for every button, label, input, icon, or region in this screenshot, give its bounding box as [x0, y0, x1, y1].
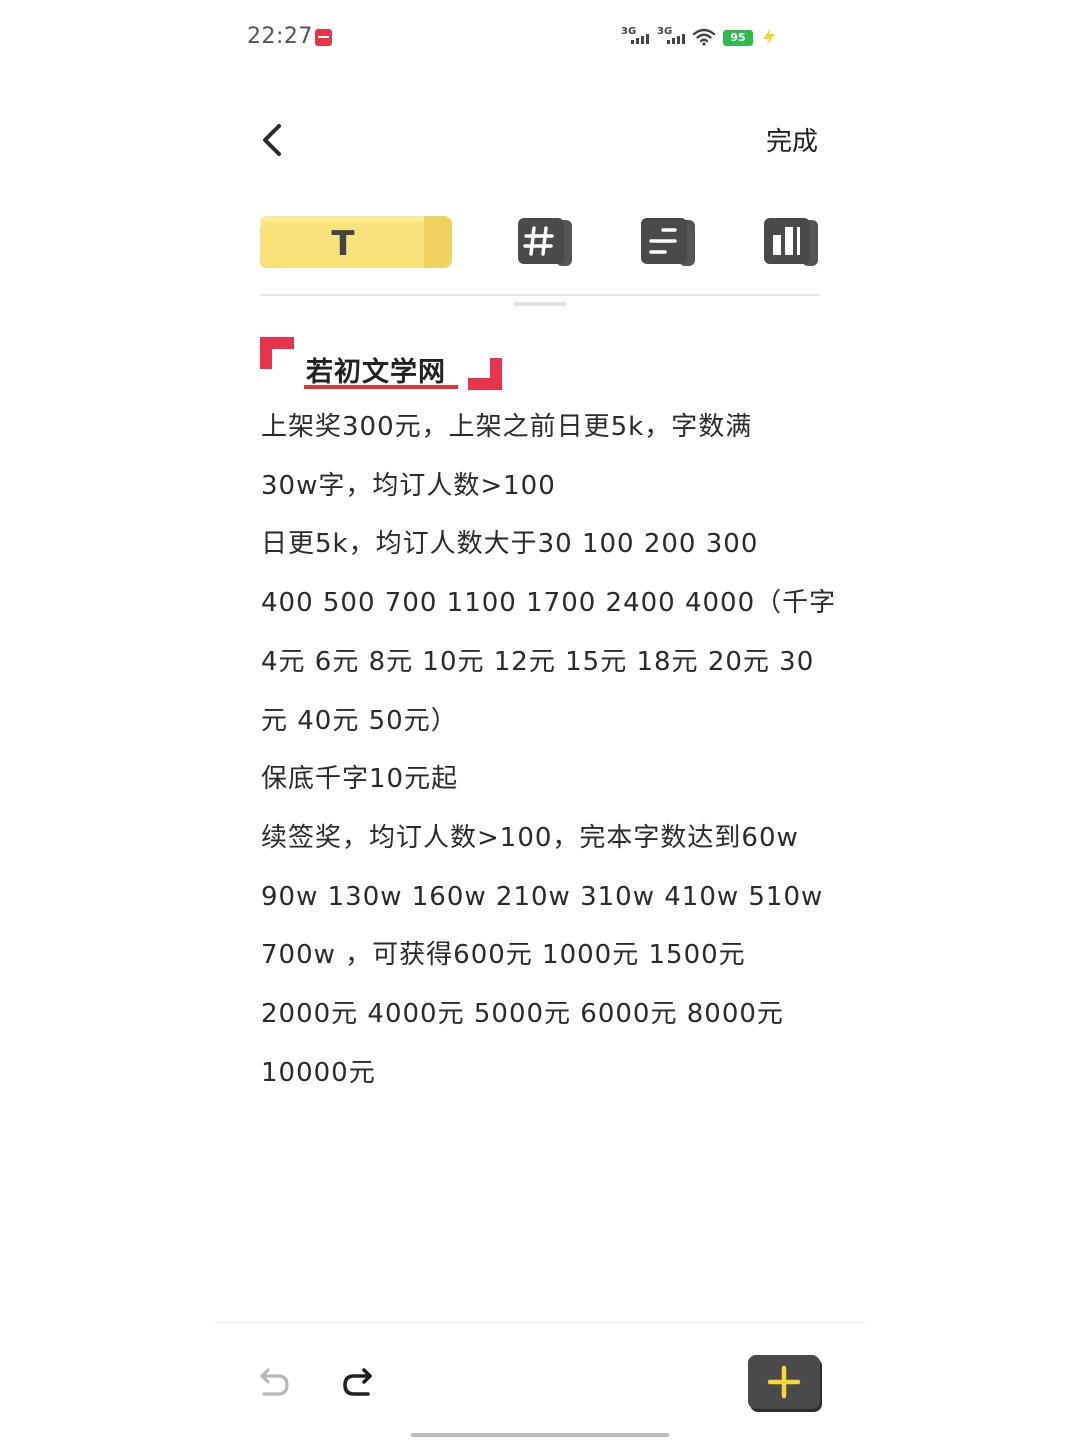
note-line: 元 40元 50元）: [261, 705, 458, 736]
note-line: 续签奖，均订人数>100，完本字数达到60w: [261, 822, 799, 853]
heading-underline: [304, 385, 458, 389]
drag-handle[interactable]: [513, 302, 567, 306]
undo-icon[interactable]: [256, 1362, 294, 1400]
lightning-icon: [763, 28, 775, 46]
heading-corner-top-left: [260, 337, 294, 369]
note-line: 10000元: [261, 1057, 376, 1088]
tab-text-style[interactable]: T: [260, 216, 452, 268]
home-indicator[interactable]: [411, 1433, 669, 1437]
add-button[interactable]: [748, 1355, 820, 1409]
note-line: 保底千字10元起: [261, 764, 459, 795]
battery-indicator: 95: [723, 30, 753, 46]
redo-icon[interactable]: [338, 1362, 376, 1400]
bottom-separator: [215, 1322, 865, 1323]
layout-icon[interactable]: [762, 216, 818, 268]
note-line: 2000元 4000元 5000元 6000元 8000元: [261, 999, 784, 1030]
heading-corner-bottom-right: [468, 358, 502, 390]
note-line: 日更5k，均订人数大于30 100 200 300: [261, 529, 759, 560]
notification-app-icon: [315, 29, 332, 46]
hashtag-icon[interactable]: [516, 216, 572, 268]
note-line: 700w ，可获得600元 1000元 1500元: [261, 940, 746, 971]
note-line: 30w字，均订人数>100: [261, 470, 556, 501]
done-button[interactable]: 完成: [766, 121, 818, 158]
status-time: 22:27: [247, 24, 313, 49]
note-line: 上架奖300元，上架之前日更5k，字数满: [261, 412, 753, 442]
list-icon[interactable]: [639, 216, 695, 268]
wifi-icon: [692, 28, 716, 46]
signal-icon-sim1: 3G: [621, 26, 651, 46]
note-line: 90w 130w 160w 210w 310w 410w 510w: [261, 881, 824, 912]
note-line: 4元 6元 8元 10元 12元 15元 18元 20元 30: [261, 646, 815, 677]
plus-icon: [767, 1365, 801, 1399]
note-line: 400 500 700 1100 1700 2400 4000（千字: [261, 588, 837, 619]
signal-icon-sim2: 3G: [657, 26, 687, 46]
toolbar-divider: [260, 294, 820, 296]
note-heading: 若初文学网: [306, 357, 446, 388]
text-style-label: T: [331, 224, 355, 264]
back-button[interactable]: [255, 120, 291, 160]
note-body[interactable]: 上架奖300元，上架之前日更5k，字数满 30w字，均订人数>100 日更5k，…: [261, 398, 841, 1102]
